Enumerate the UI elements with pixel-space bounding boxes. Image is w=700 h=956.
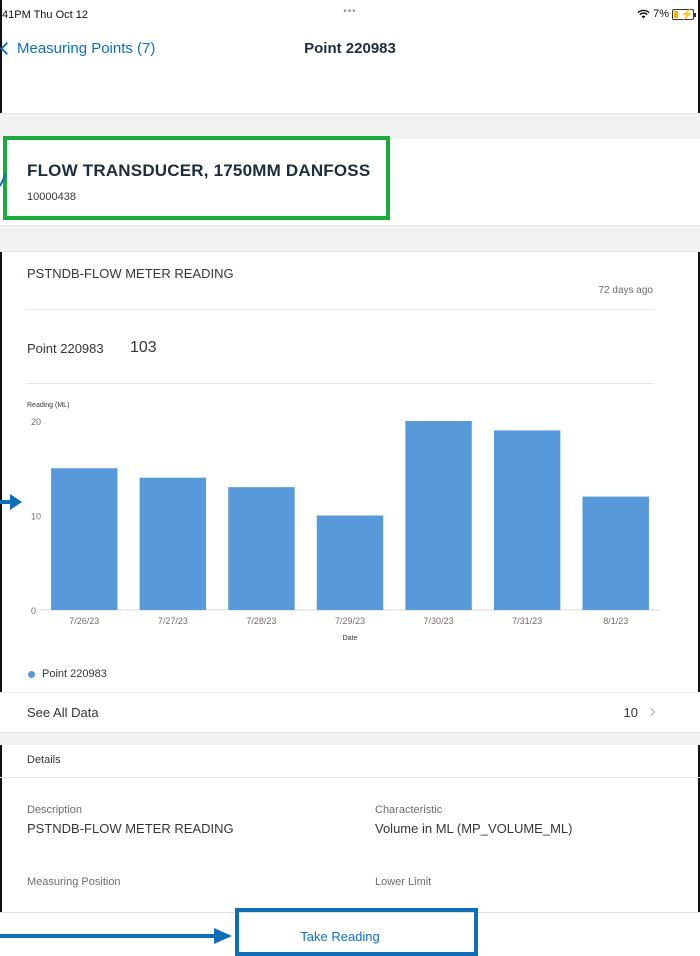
description-value: PSTNDB-FLOW METER READING	[27, 821, 234, 836]
nav-bar: Measuring Points (7) Point 220983	[0, 28, 700, 72]
arrow-annotation-icon	[0, 494, 22, 510]
x-tick-label: 7/30/23	[424, 616, 454, 626]
chart-bar	[139, 477, 207, 610]
divider	[27, 383, 653, 384]
section-separator	[0, 225, 700, 252]
lower-limit-label: Lower Limit	[375, 876, 432, 888]
see-all-count: 10	[623, 705, 638, 720]
divider	[0, 777, 700, 778]
chart-bar	[51, 468, 118, 610]
y-axis-title: Reading (ML)	[27, 402, 69, 409]
chart-bar	[405, 421, 472, 610]
card-title: PSTNDB-FLOW METER READING	[27, 266, 234, 281]
see-all-label: See All Data	[27, 705, 99, 720]
x-tick-label: 7/29/23	[335, 616, 365, 626]
status-time: 41PM Thu Oct 12	[2, 9, 89, 21]
section-separator	[0, 732, 700, 745]
arrow-annotation-icon	[0, 173, 7, 187]
chart-legend: Point 220983	[28, 668, 107, 680]
characteristic-value: Volume in ML (MP_VOLUME_ML)	[375, 821, 573, 836]
details-header: Details	[27, 754, 61, 766]
multitask-dots[interactable]: •••	[343, 6, 357, 17]
y-tick-label: 10	[31, 512, 41, 522]
battery-percent: 7%	[653, 8, 669, 20]
chart-bar	[582, 496, 649, 610]
status-indicators: 7% ⚡	[637, 8, 696, 21]
highlight-box-blue	[235, 908, 478, 956]
chart-bar	[493, 430, 561, 610]
x-axis-title: Date	[343, 635, 358, 642]
divider	[27, 309, 653, 310]
page-title: Point 220983	[304, 40, 396, 57]
kpi-value: 103	[130, 339, 157, 356]
card-timestamp: 72 days ago	[598, 285, 654, 296]
chart-bar	[228, 487, 295, 610]
x-tick-label: 8/1/23	[603, 616, 628, 626]
status-bar: 41PM Thu Oct 12 ••• 7% ⚡	[0, 0, 700, 28]
y-tick-label: 20	[31, 417, 41, 427]
x-tick-label: 7/26/23	[69, 616, 99, 626]
arrow-annotation-icon	[0, 928, 232, 944]
measuring-position-label: Measuring Position	[27, 876, 121, 888]
x-tick-label: 7/28/23	[246, 616, 276, 626]
description-label: Description	[27, 804, 83, 816]
bar-chart: Reading (ML) 0 10 20 7/26/23 7/27/23 7/28/23 7/…	[27, 402, 660, 642]
legend-label: Point 220983	[42, 668, 107, 680]
y-tick-label: 0	[31, 606, 36, 616]
highlight-box-green	[3, 136, 390, 220]
battery-icon: ⚡	[672, 8, 696, 21]
see-all-data-row[interactable]: See All Data 10	[0, 692, 700, 732]
kpi-label: Point 220983	[27, 341, 104, 356]
x-tick-label: 7/27/23	[158, 616, 188, 626]
wifi-icon	[637, 9, 650, 19]
x-tick-label: 7/31/23	[512, 616, 542, 626]
legend-dot-icon	[28, 670, 35, 678]
chart-bar	[316, 515, 384, 610]
characteristic-label: Characteristic	[375, 804, 443, 816]
chevron-right-icon	[646, 707, 656, 717]
